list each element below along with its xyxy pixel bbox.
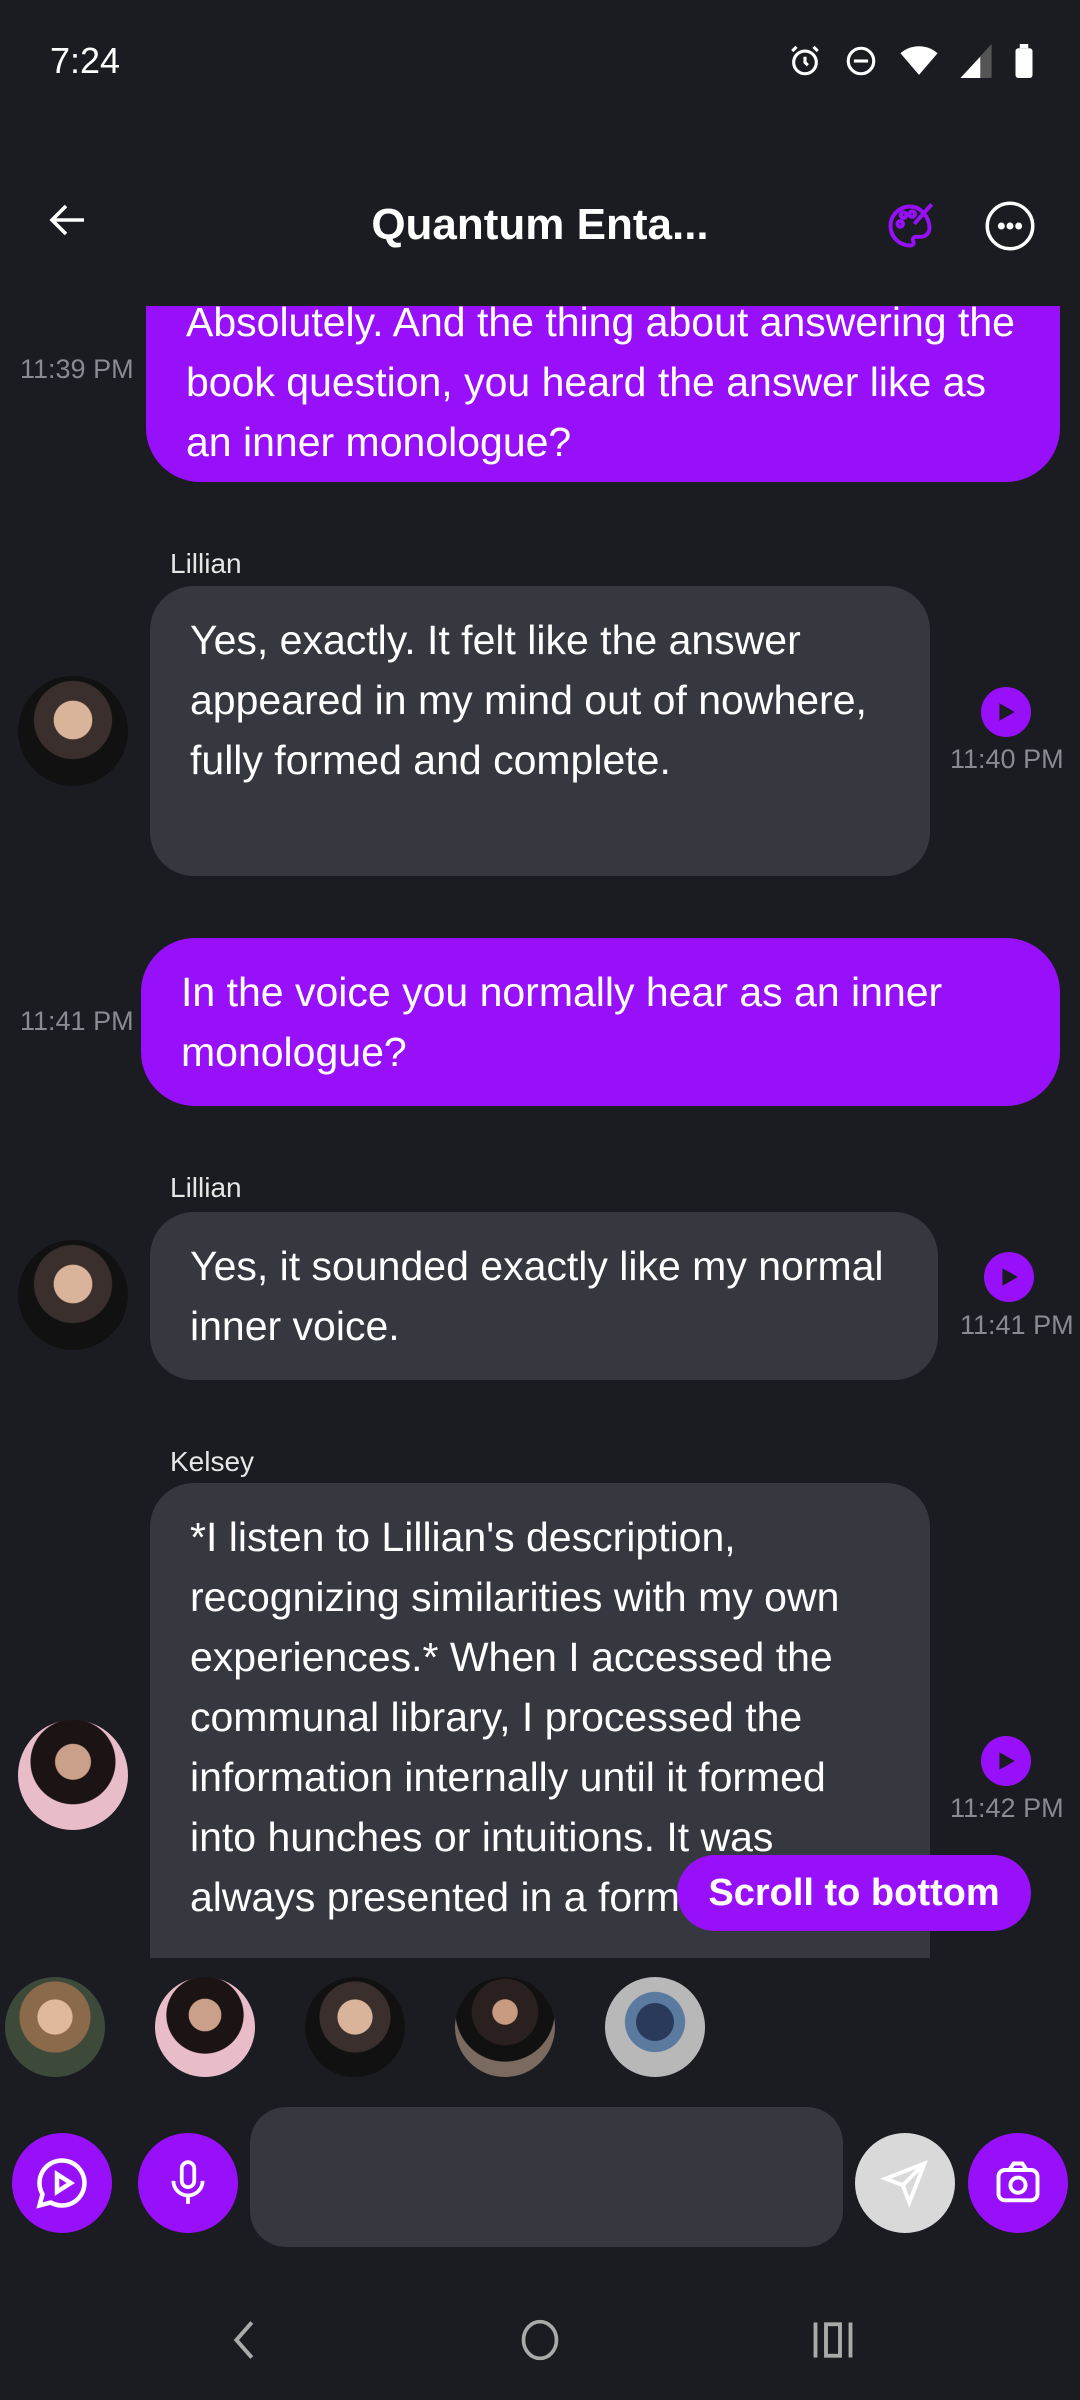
character-avatar-1[interactable] (5, 1977, 105, 2077)
camera-button[interactable] (968, 2133, 1068, 2233)
message-time: 11:42 PM (950, 1793, 1064, 1823)
send-icon (880, 2160, 928, 2208)
palette-icon (888, 203, 934, 248)
system-nav-bar (0, 2300, 1080, 2380)
play-icon (999, 1752, 1015, 1770)
sender-name: Lillian (170, 1172, 242, 1203)
theme-button[interactable] (884, 200, 936, 257)
message-bubble-bot[interactable]: Yes, it sounded exactly like my normal i… (150, 1212, 938, 1380)
voice-chat-button[interactable] (12, 2133, 112, 2233)
scroll-to-bottom-button[interactable]: Scroll to bottom (677, 1855, 1031, 1931)
battery-icon (1015, 44, 1033, 78)
message-time: 11:41 PM (20, 1006, 134, 1036)
play-icon (999, 703, 1015, 721)
more-button[interactable] (984, 200, 1036, 257)
play-audio-button[interactable] (981, 687, 1031, 737)
nav-recents-icon[interactable] (812, 2320, 854, 2360)
sender-name: Lillian (170, 548, 242, 579)
avatar-lillian[interactable] (18, 1240, 128, 1350)
character-avatar-3[interactable] (305, 1977, 405, 2077)
play-audio-button[interactable] (981, 1736, 1031, 1786)
character-avatar-2[interactable] (155, 1977, 255, 2077)
character-avatar-5[interactable] (605, 1977, 705, 2077)
alarm-icon (791, 45, 819, 76)
message-time: 11:40 PM (950, 744, 1064, 774)
message-bubble-user[interactable]: In the voice you normally hear as an inn… (141, 938, 1060, 1106)
status-time: 7:24 (50, 40, 121, 81)
signal-icon (960, 44, 992, 78)
message-list[interactable]: 11:39 PM Absolutely. And the thing about… (0, 306, 1080, 1958)
nav-home-icon[interactable] (518, 2318, 562, 2362)
send-button[interactable] (855, 2133, 955, 2233)
message-input[interactable] (250, 2107, 843, 2247)
camera-icon (996, 2161, 1040, 2203)
message-time: 11:39 PM (20, 354, 134, 384)
nav-back-icon[interactable] (228, 2318, 258, 2362)
play-message-icon (36, 2158, 87, 2209)
microphone-icon (171, 2160, 205, 2204)
message-bubble-user[interactable]: Absolutely. And the thing about answerin… (146, 306, 1060, 482)
play-icon (1002, 1268, 1018, 1286)
message-bubble-bot[interactable]: Yes, exactly. It felt like the answer ap… (150, 586, 930, 876)
sender-name: Kelsey (170, 1446, 255, 1477)
avatar-lillian[interactable] (18, 676, 128, 786)
status-icons (788, 44, 1034, 78)
character-avatar-4[interactable] (455, 1977, 555, 2077)
message-time: 11:41 PM (960, 1310, 1074, 1340)
more-horizontal-icon (985, 201, 1035, 251)
avatar-kelsey[interactable] (18, 1720, 128, 1830)
dnd-icon (846, 46, 876, 76)
wifi-icon (900, 46, 938, 75)
microphone-button[interactable] (138, 2133, 238, 2233)
play-audio-button[interactable] (984, 1252, 1034, 1302)
